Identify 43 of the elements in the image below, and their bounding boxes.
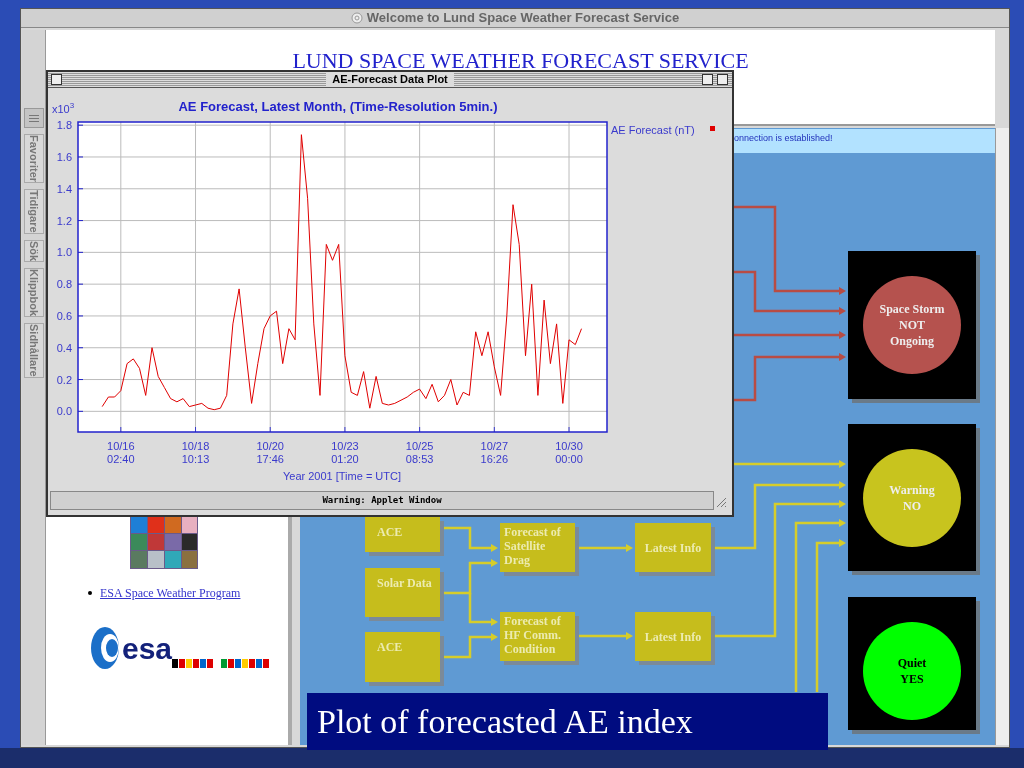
tick-label: 1.8 [56,119,72,132]
tick-label: 0.2 [56,373,72,386]
tick-label: 10/23 01:20 [331,440,359,465]
caption-text: Plot of forecasted AE index [317,702,693,742]
zoom-button[interactable] [702,74,713,85]
resize-grip-icon[interactable] [715,496,727,508]
tick-label: 1.4 [56,182,72,195]
tick-label: 10/27 16:26 [480,440,509,465]
tick-label: 0.0 [56,405,72,418]
tick-label: 1.0 [56,246,72,259]
legend-label: AE Forecast (nT) [611,124,695,136]
globe-icon [350,12,363,24]
tick-label: 10/20 17:46 [256,440,284,465]
tick-label: 0.4 [56,341,72,354]
sidebar-tab[interactable]: Sök [23,239,44,262]
window-title: AE-Forecast Data Plot [326,72,454,87]
tick-label: 1.6 [56,150,72,163]
axis-label: x10$^{3}$ [52,101,75,115]
tick-label: 10/25 08:53 [405,440,434,465]
collapse-button[interactable] [717,74,728,85]
window-title: Welcome to Lund Space Weather Forecast Service [366,9,680,28]
chart-title: AE Forecast, Latest Month, (Time-Resolution 5min.) [178,99,498,114]
status-text: onnection is established! [734,132,833,145]
sidebar-tab[interactable]: Klippbok [23,267,44,317]
bullet-icon [88,591,92,595]
page-heading: LUND SPACE WEATHER FORECAST SERVICE [292,47,749,72]
warning-text: Warning: Applet Window [322,493,442,507]
close-button[interactable] [51,74,62,85]
sidebar-tab[interactable]: Favoriter [23,134,44,184]
tick-label: 10/16 02:40 [107,440,135,465]
esa-link[interactable]: ESA Space Weather Program [100,584,241,602]
sidebar-tab[interactable]: Sidhållare [23,322,44,378]
sidebar-tab[interactable]: Tidigare [23,189,44,234]
tick-label: 10/18 10:13 [181,440,210,465]
tick-label: 10/30 00:00 [555,440,583,465]
sidebar-tab-icon[interactable] [23,108,44,128]
scrollbar[interactable] [995,128,1009,745]
swirl-icon [90,626,120,670]
axis-label: Year 2001 [Time = UTC] [282,470,402,482]
tick-label: 0.6 [56,309,72,322]
tick-label: 1.2 [56,214,72,227]
logo-text: esa [122,634,173,664]
tick-label: 0.8 [56,278,72,291]
